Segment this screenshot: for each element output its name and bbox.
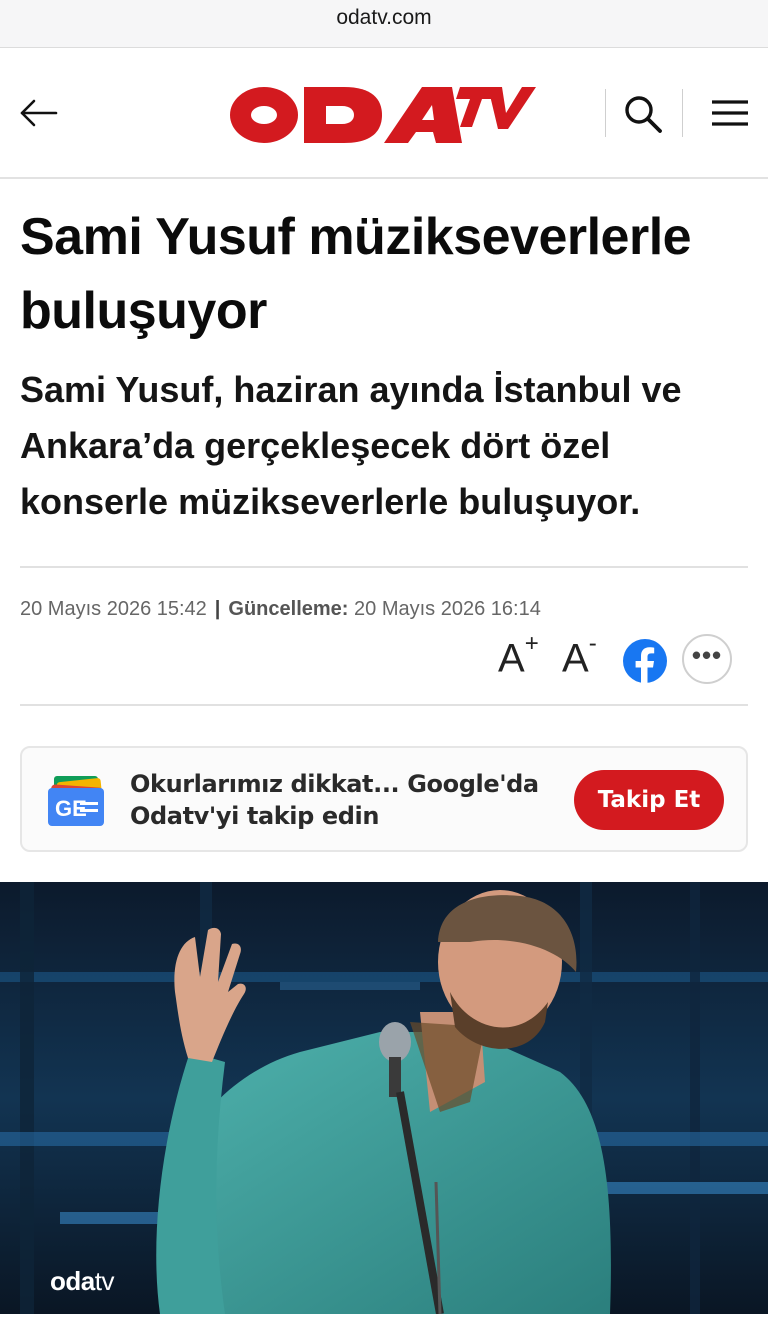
font-increase-label: A — [498, 636, 525, 681]
article-spot: Sami Yusuf, haziran ayında İstanbul ve A… — [20, 369, 682, 522]
google-news-card: GE Okurlarımız dikkat... Google'da Odatv… — [20, 746, 748, 852]
site-header — [0, 49, 768, 179]
font-increase-button[interactable]: A+ — [498, 630, 539, 681]
google-news-promo-text: Okurlarımız dikkat... Google'da Odatv'yi… — [130, 770, 539, 830]
header-divider — [682, 89, 683, 137]
article-dates: 20 Mayıs 2026 15:42 | Güncelleme: 20 Mayıs… — [20, 598, 541, 621]
date-separator: | — [214, 598, 221, 620]
facebook-icon — [623, 639, 667, 684]
article-tools: A+ A- ••• — [496, 630, 736, 688]
odatv-watermark: odatv — [50, 1266, 114, 1297]
header-divider — [605, 89, 606, 137]
google-news-icon: GE — [46, 774, 110, 828]
hamburger-menu-icon — [712, 100, 748, 126]
watermark-tv: tv — [94, 1266, 115, 1296]
watermark-main: oda — [50, 1266, 95, 1296]
more-options-button[interactable]: ••• — [682, 634, 732, 684]
menu-button[interactable] — [708, 95, 752, 131]
published-date: 20 Mayıs 2026 15:42 — [20, 598, 207, 620]
follow-button[interactable]: Takip Et — [574, 770, 724, 830]
updated-date: 20 Mayıs 2026 16:14 — [354, 598, 541, 620]
divider — [20, 566, 748, 568]
arrow-left-icon — [20, 99, 58, 127]
search-icon — [625, 96, 662, 133]
minus-sign: - — [588, 630, 597, 657]
browser-url-bar[interactable]: odatv.com — [0, 0, 768, 48]
url-text: odatv.com — [336, 6, 432, 29]
updated-label: Güncelleme: — [228, 598, 349, 620]
odatv-logo[interactable] — [226, 75, 538, 149]
concert-photo — [0, 882, 768, 1314]
back-button[interactable] — [18, 93, 60, 133]
divider — [20, 704, 748, 706]
font-decrease-button[interactable]: A- — [562, 630, 597, 681]
plus-sign: + — [524, 630, 539, 657]
search-button[interactable] — [622, 93, 664, 135]
font-decrease-label: A — [562, 636, 589, 681]
hero-image: odatv — [0, 882, 768, 1314]
facebook-share-button[interactable] — [622, 638, 668, 684]
svg-text:GE: GE — [55, 796, 87, 821]
article-title: Sami Yusuf müzikseverlerle buluşuyor — [20, 208, 692, 340]
more-icon: ••• — [691, 640, 723, 670]
